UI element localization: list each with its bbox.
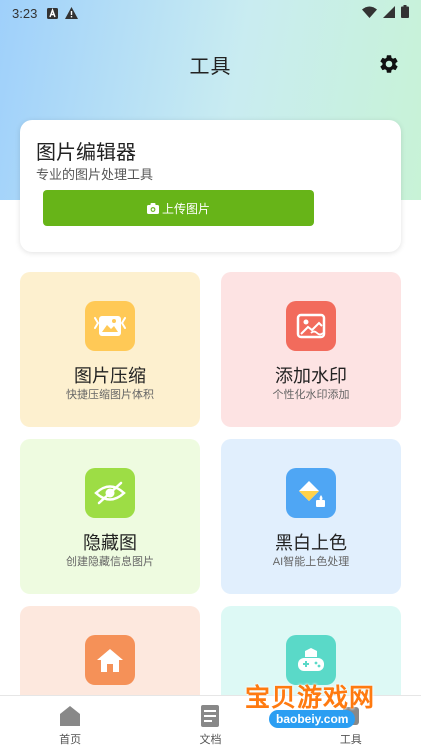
tool-subtitle: AI智能上色处理 <box>272 556 350 568</box>
tool-card-hidden-image[interactable]: 隐藏图 创建隐藏信息图片 <box>20 439 200 594</box>
tool-subtitle: 快捷压缩图片体积 <box>66 389 154 401</box>
status-time: 3:23 <box>12 5 38 21</box>
settings-button[interactable] <box>377 52 401 76</box>
editor-subtitle: 专业的图片处理工具 <box>36 167 154 182</box>
nav-item-home[interactable]: 首页 <box>0 696 140 750</box>
tool-title: 黑白上色 <box>275 533 347 553</box>
tool-title: 隐藏图 <box>83 533 137 553</box>
paint-bucket-icon <box>286 468 336 518</box>
editor-title: 图片编辑器 <box>36 142 136 164</box>
watermark-icon <box>286 301 336 351</box>
home-icon <box>60 706 81 726</box>
tool-card-image-compress[interactable]: 图片压缩 快捷压缩图片体积 <box>20 272 200 427</box>
nav-label: 首页 <box>59 734 82 746</box>
page-header: 工具 <box>0 40 421 88</box>
battery-icon <box>401 5 409 21</box>
status-bar: 3:23 <box>0 0 421 26</box>
camera-icon <box>146 202 159 214</box>
tool-subtitle: 创建隐藏信息图片 <box>66 556 154 568</box>
tool-title: 图片压缩 <box>74 366 146 386</box>
eye-off-icon <box>85 468 135 518</box>
tool-title: 添加水印 <box>275 366 347 386</box>
wifi-icon <box>362 6 377 21</box>
upload-image-label: 上传图片 <box>161 201 210 216</box>
image-compress-icon <box>85 301 135 351</box>
upload-image-button[interactable]: 上传图片 <box>43 190 314 226</box>
warning-icon <box>65 7 79 19</box>
tool-card-colorize[interactable]: 黑白上色 AI智能上色处理 <box>221 439 401 594</box>
watermark-url: baobeiy.com <box>269 710 356 728</box>
notification-a-icon <box>47 7 59 19</box>
site-watermark: 宝贝游戏网 baobeiy.com <box>245 678 390 738</box>
tool-card-add-watermark[interactable]: 添加水印 个性化水印添加 <box>221 272 401 427</box>
image-editor-card: 图片编辑器 专业的图片处理工具 上传图片 <box>20 120 401 252</box>
nav-label: 文档 <box>199 734 222 746</box>
tool-subtitle: 个性化水印添加 <box>272 389 350 401</box>
home-icon <box>85 635 135 685</box>
signal-icon <box>383 5 395 21</box>
watermark-text: 宝贝游戏网 <box>245 683 376 712</box>
document-icon <box>201 705 220 727</box>
gear-icon <box>380 55 398 73</box>
page-title: 工具 <box>189 55 232 78</box>
